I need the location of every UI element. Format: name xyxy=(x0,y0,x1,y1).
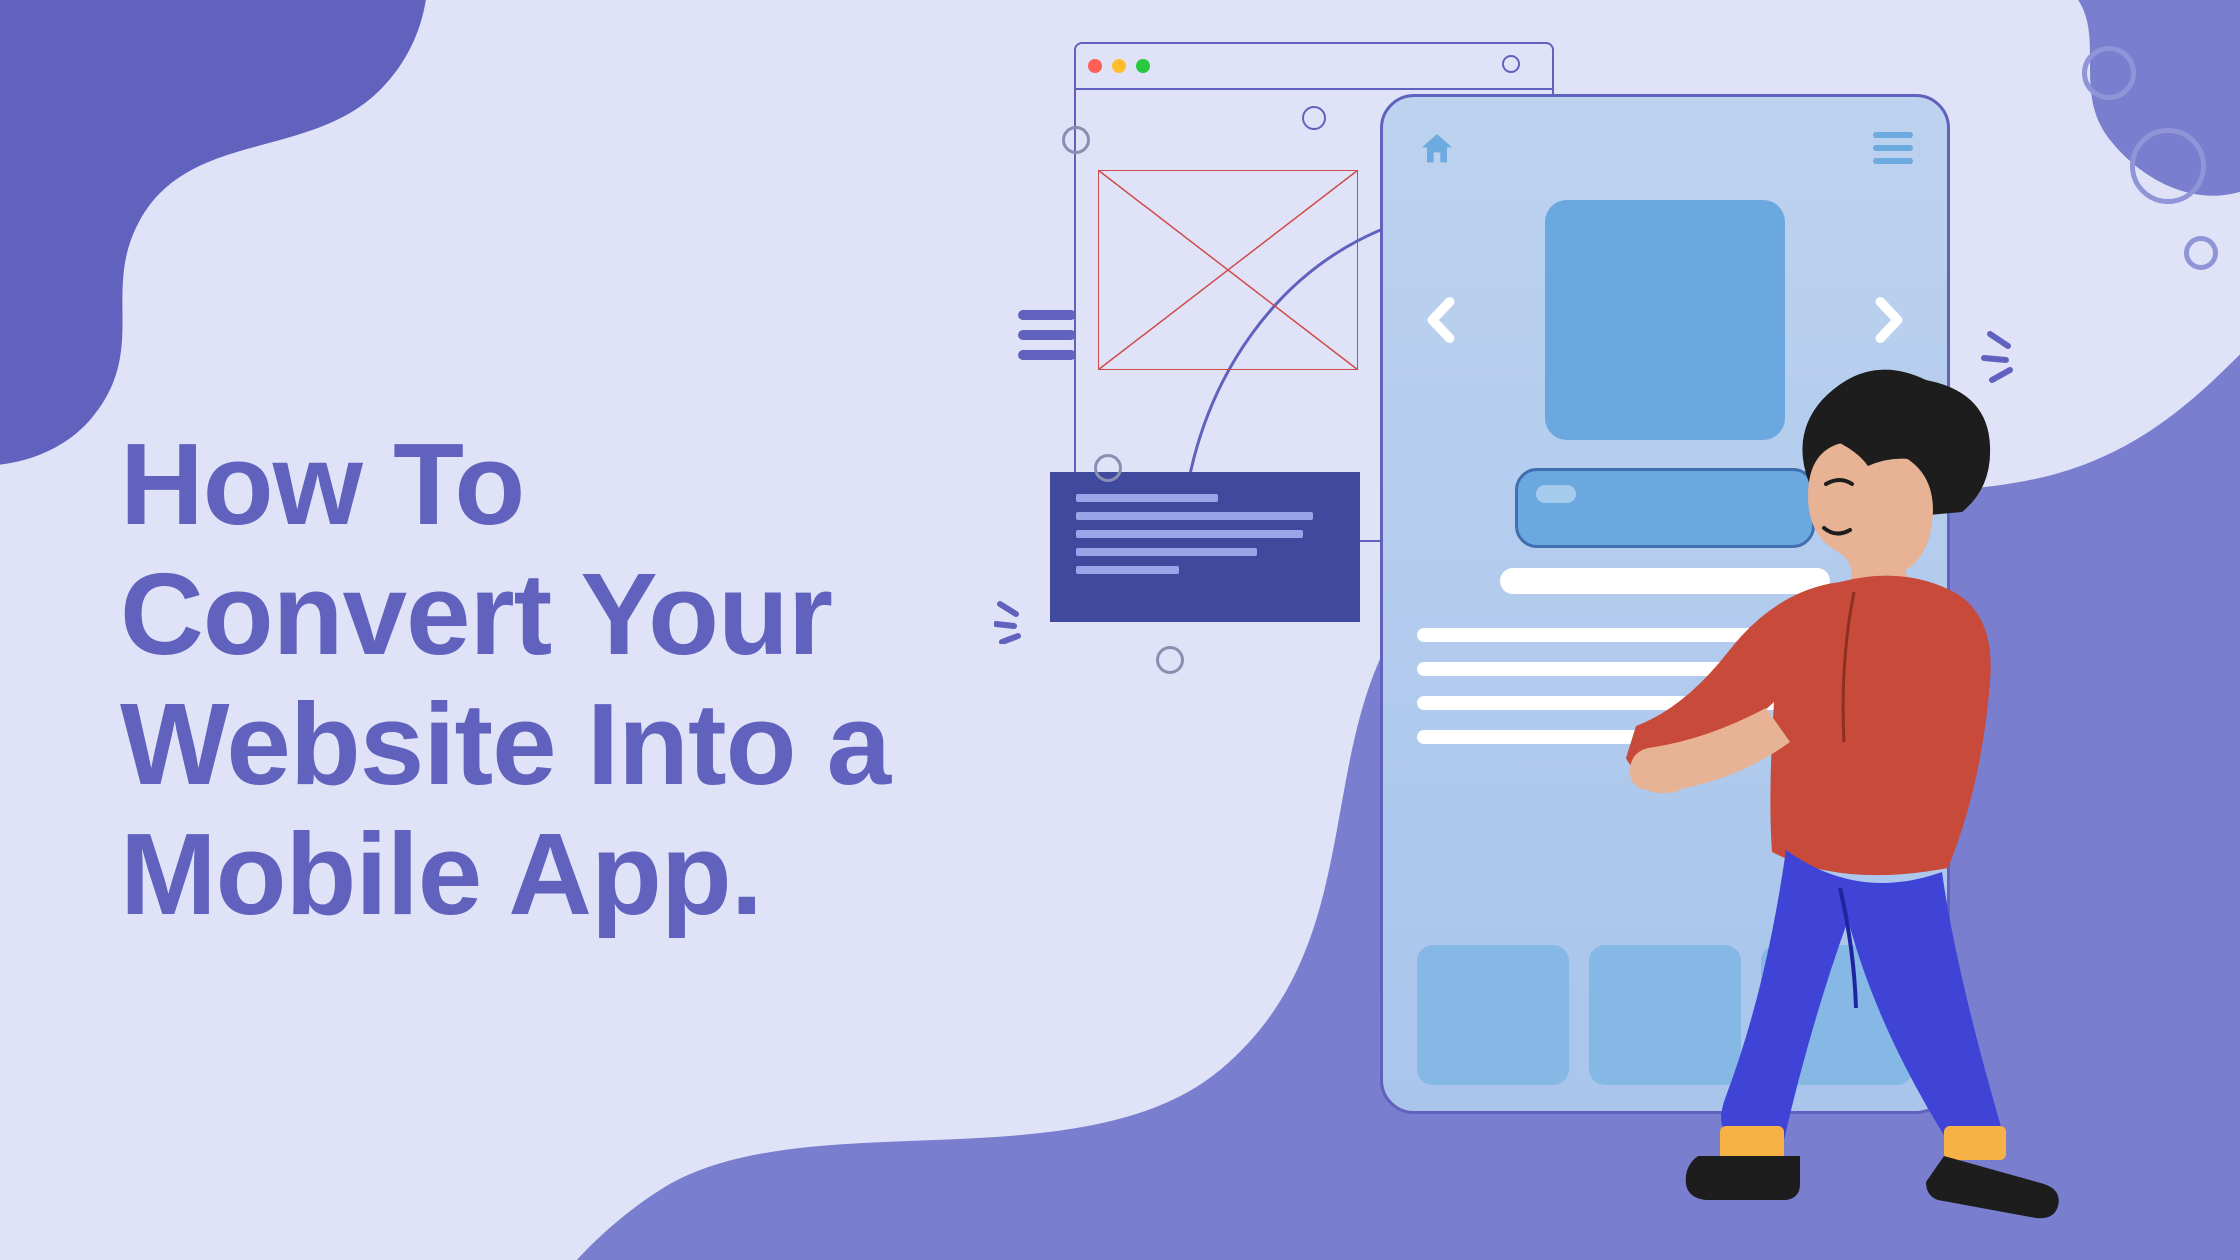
thumbnail-placeholder xyxy=(1417,945,1569,1085)
circle-icon xyxy=(1156,646,1184,674)
menu-icon xyxy=(1873,132,1913,171)
browser-titlebar xyxy=(1076,44,1552,90)
bubble-icon xyxy=(2184,236,2218,270)
circle-icon xyxy=(1302,106,1326,130)
bubble-icon xyxy=(2130,128,2206,204)
code-block xyxy=(1050,472,1360,622)
wireframe-placeholder-icon xyxy=(1098,170,1358,370)
traffic-light-max-icon xyxy=(1136,59,1150,73)
chevron-right-icon xyxy=(1865,296,1913,344)
traffic-light-min-icon xyxy=(1112,59,1126,73)
circle-icon xyxy=(1502,55,1520,73)
home-icon xyxy=(1417,129,1457,174)
bubble-icon xyxy=(2082,46,2136,100)
chevron-left-icon xyxy=(1417,296,1465,344)
hamburger-lines-icon xyxy=(1018,310,1076,370)
page-title: How To Convert Your Website Into a Mobil… xyxy=(120,420,890,940)
spark-icon xyxy=(994,594,1044,644)
traffic-light-close-icon xyxy=(1088,59,1102,73)
person-illustration xyxy=(1626,356,2240,1256)
circle-icon xyxy=(1062,126,1090,154)
circle-icon xyxy=(1094,454,1122,482)
